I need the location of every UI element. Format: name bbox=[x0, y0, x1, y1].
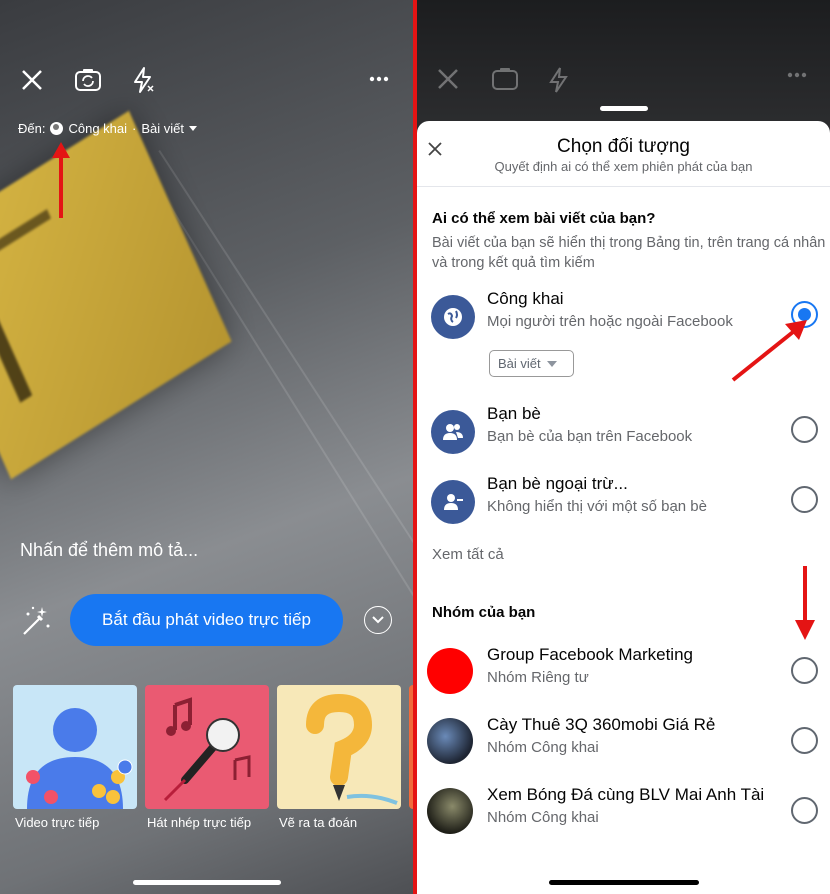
home-indicator bbox=[133, 880, 281, 885]
group-subtitle: Nhóm Công khai bbox=[487, 739, 599, 756]
section-title: Ai có thể xem bài viết của bạn? bbox=[432, 210, 656, 227]
magic-wand-icon[interactable] bbox=[18, 604, 52, 638]
audience-sheet: Chọn đối tượng Quyết định ai có thể xem … bbox=[417, 121, 830, 894]
card-label: Hát nhép trực tiếp bbox=[147, 815, 252, 830]
card-live-video[interactable] bbox=[13, 685, 137, 809]
option-title: Bạn bè bbox=[487, 404, 541, 423]
separator-dot: · bbox=[132, 121, 137, 136]
wall-line bbox=[158, 150, 413, 739]
flash-off-icon[interactable] bbox=[130, 66, 156, 94]
chevron-down-icon bbox=[546, 360, 557, 367]
section-description: Bài viết của bạn sẽ hiển thị trong Bảng … bbox=[432, 235, 826, 271]
live-controls: Bắt đầu phát video trực tiếp bbox=[0, 594, 413, 646]
group-avatar bbox=[427, 648, 473, 694]
annotation-arrow-up bbox=[52, 142, 70, 218]
radio-unselected[interactable] bbox=[791, 657, 818, 684]
start-live-video-button[interactable]: Bắt đầu phát video trực tiếp bbox=[70, 594, 343, 646]
background-sign-photo bbox=[0, 110, 232, 480]
group-item[interactable]: Cày Thuê 3Q 360mobi Giá Rẻ Nhóm Công kha… bbox=[417, 715, 830, 775]
group-title: Cày Thuê 3Q 360mobi Giá Rẻ bbox=[487, 715, 716, 734]
option-friends-except[interactable]: Bạn bè ngoại trừ... Không hiển thị với m… bbox=[417, 474, 830, 534]
flip-camera-icon bbox=[491, 66, 519, 92]
sheet-title: Chọn đối tượng bbox=[557, 136, 690, 157]
friends-except-icon bbox=[431, 480, 475, 524]
to-prefix: Đến: bbox=[18, 121, 46, 136]
flash-off-icon bbox=[547, 66, 571, 94]
option-subtitle: Không hiển thị với một số bạn bè bbox=[487, 498, 707, 515]
live-video-illustration bbox=[26, 708, 133, 809]
chip-label: Bài viết bbox=[498, 356, 541, 371]
option-title: Công khai bbox=[487, 289, 564, 308]
option-title: Bạn bè ngoại trừ... bbox=[487, 474, 628, 493]
dimmed-camera-toolbar bbox=[417, 64, 830, 96]
card-label: Video trực tiếp bbox=[15, 815, 100, 830]
sheet-subtitle: Quyết định ai có thể xem phiên phát của … bbox=[494, 159, 753, 174]
sheet-grabber[interactable] bbox=[600, 106, 648, 111]
card-label: Vẽ ra ta đoán bbox=[279, 815, 358, 830]
radio-unselected[interactable] bbox=[791, 486, 818, 513]
group-title: Group Facebook Marketing bbox=[487, 645, 693, 664]
question-pencil-illustration bbox=[306, 693, 398, 805]
annotation-arrow-down bbox=[795, 566, 815, 640]
audience-sheet-panel: Chọn đối tượng Quyết định ai có thể xem … bbox=[417, 0, 830, 894]
microphone-illustration bbox=[163, 697, 251, 802]
description-input[interactable]: Nhấn để thêm mô tả... bbox=[20, 540, 198, 561]
post-type-label: Bài viết bbox=[141, 121, 184, 136]
radio-unselected[interactable] bbox=[791, 797, 818, 824]
camera-toolbar bbox=[0, 64, 413, 96]
group-item[interactable]: Group Facebook Marketing Nhóm Riêng tư bbox=[417, 645, 830, 705]
home-indicator bbox=[549, 880, 699, 885]
chevron-down-icon bbox=[189, 126, 197, 131]
close-icon[interactable] bbox=[20, 68, 44, 92]
annotation-arrow-diagonal bbox=[731, 320, 807, 382]
friends-icon bbox=[431, 410, 475, 454]
globe-icon bbox=[431, 295, 475, 339]
card-lip-sync[interactable] bbox=[145, 685, 269, 809]
globe-icon bbox=[50, 122, 64, 135]
card-draw-guess[interactable] bbox=[277, 685, 401, 809]
group-title: Xem Bóng Đá cùng BLV Mai Anh Tài bbox=[487, 785, 765, 804]
radio-unselected[interactable] bbox=[791, 727, 818, 754]
more-options-icon bbox=[787, 72, 807, 78]
flip-camera-icon[interactable] bbox=[74, 66, 102, 94]
sheet-header: Chọn đối tượng Quyết định ai có thể xem … bbox=[417, 121, 830, 187]
audience-selector[interactable]: Đến: Công khai · Bài viết bbox=[18, 121, 197, 136]
audience-label: Công khai bbox=[68, 121, 128, 136]
post-type-chip[interactable]: Bài viết bbox=[489, 350, 574, 377]
group-avatar bbox=[427, 718, 473, 764]
option-friends[interactable]: Bạn bè Bạn bè của bạn trên Facebook bbox=[417, 404, 830, 464]
more-options-icon[interactable] bbox=[368, 72, 390, 86]
see-all-link[interactable]: Xem tất cả bbox=[432, 546, 504, 563]
radio-unselected[interactable] bbox=[791, 416, 818, 443]
camera-preview-panel: Đến: Công khai · Bài viết Nhấn để thêm m… bbox=[0, 0, 413, 894]
group-subtitle: Nhóm Công khai bbox=[487, 809, 599, 826]
group-subtitle: Nhóm Riêng tư bbox=[487, 669, 589, 686]
option-subtitle: Bạn bè của bạn trên Facebook bbox=[487, 428, 693, 445]
option-subtitle: Mọi người trên hoặc ngoài Facebook bbox=[487, 313, 733, 330]
groups-section-title: Nhóm của bạn bbox=[432, 604, 536, 621]
group-avatar bbox=[427, 788, 473, 834]
close-icon bbox=[437, 68, 459, 90]
chevron-down-circle-icon[interactable] bbox=[364, 606, 392, 634]
group-item[interactable]: Xem Bóng Đá cùng BLV Mai Anh Tài Nhóm Cô… bbox=[417, 785, 830, 845]
